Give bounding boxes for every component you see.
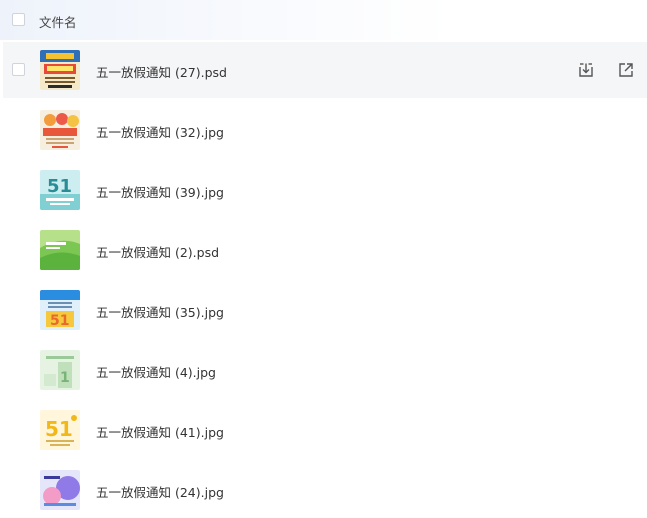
file-thumbnail: 51 [40, 170, 80, 210]
file-name[interactable]: 五一放假通知 (39).jpg [96, 182, 224, 201]
file-name[interactable]: 五一放假通知 (4).jpg [96, 362, 216, 381]
row-checkbox[interactable] [12, 63, 25, 76]
file-row[interactable]: 51 五一放假通知 (41).jpg [0, 402, 647, 458]
column-header-filename: 文件名 [39, 15, 77, 30]
file-name[interactable]: 五一放假通知 (35).jpg [96, 302, 224, 321]
file-thumbnail [40, 110, 80, 150]
svg-text:51: 51 [47, 176, 72, 197]
file-thumbnail: 51 [40, 290, 80, 330]
select-all-checkbox[interactable] [12, 13, 25, 26]
svg-text:1: 1 [60, 370, 70, 386]
file-row[interactable]: 51 五一放假通知 (39).jpg [0, 162, 647, 218]
file-row[interactable]: 五一放假通知 (24).jpg [0, 462, 647, 518]
file-thumbnail: 1 [40, 350, 80, 390]
svg-text:51: 51 [45, 417, 73, 441]
file-name[interactable]: 五一放假通知 (41).jpg [96, 422, 224, 441]
file-name[interactable]: 五一放假通知 (27).psd [96, 62, 227, 81]
file-name[interactable]: 五一放假通知 (24).jpg [96, 482, 224, 501]
file-list-header: 文件名 [0, 0, 647, 40]
file-name[interactable]: 五一放假通知 (32).jpg [96, 122, 224, 141]
open-external-icon[interactable] [617, 61, 635, 79]
file-thumbnail: 51 [40, 410, 80, 450]
file-row[interactable]: 五一放假通知 (27).psd [3, 42, 647, 98]
file-name[interactable]: 五一放假通知 (2).psd [96, 242, 219, 261]
download-icon[interactable] [577, 61, 595, 79]
file-thumbnail [40, 50, 80, 90]
file-thumbnail [40, 230, 80, 270]
file-thumbnail [40, 470, 80, 510]
svg-text:51: 51 [50, 313, 69, 329]
file-row[interactable]: 51 五一放假通知 (35).jpg [0, 282, 647, 338]
file-row[interactable]: 五一放假通知 (2).psd [0, 222, 647, 278]
file-row[interactable]: 五一放假通知 (32).jpg [0, 102, 647, 158]
file-row[interactable]: 1 五一放假通知 (4).jpg [0, 342, 647, 398]
